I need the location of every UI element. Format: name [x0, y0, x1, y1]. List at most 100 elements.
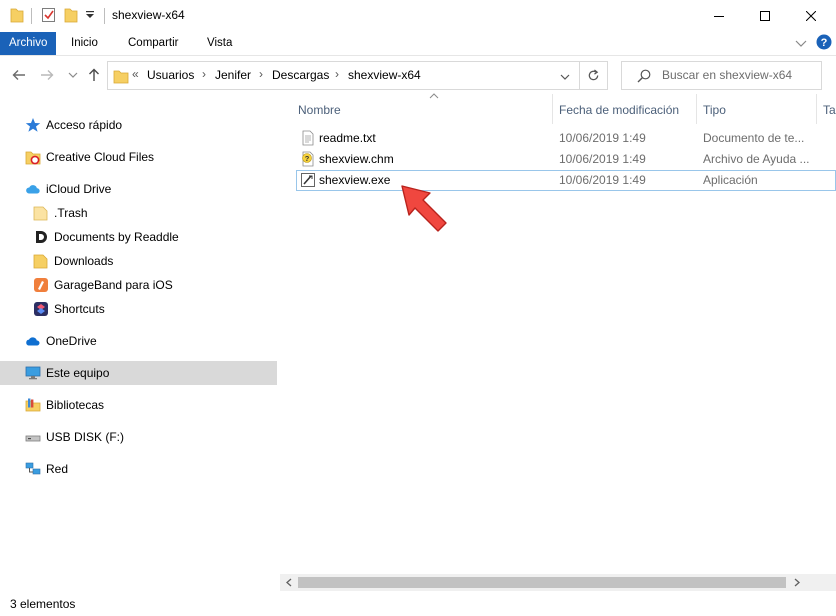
sidebar-item-label: Downloads	[54, 254, 114, 268]
up-button[interactable]	[85, 66, 103, 84]
search-input[interactable]: Buscar en shexview-x64	[621, 61, 822, 90]
sidebar-item-documents-by-readdle[interactable]: Documents by Readdle	[0, 225, 277, 249]
breadcrumb-descargas[interactable]: Descargas	[272, 68, 329, 82]
network-icon	[25, 462, 41, 475]
sidebar-item-label: Red	[46, 462, 69, 476]
sidebar-item-label: USB DISK (F:)	[46, 430, 125, 444]
maximize-button[interactable]	[742, 0, 788, 32]
status-bar: 3 elementos	[0, 594, 836, 616]
refresh-button[interactable]	[580, 61, 608, 90]
title-bar: shexview-x64	[0, 0, 836, 32]
tab-archivo[interactable]: Archivo	[0, 32, 57, 55]
folder-icon	[113, 70, 129, 84]
column-header-fecha[interactable]: Fecha de modificación	[553, 94, 697, 124]
file-row-readme[interactable]: readme.txt 10/06/2019 1:49 Documento de …	[296, 128, 836, 149]
title-separator	[104, 8, 105, 24]
file-type: Documento de te...	[703, 131, 805, 145]
column-header-label: Nombre	[298, 103, 341, 117]
file-type: Archivo de Ayuda ...	[703, 152, 810, 166]
new-folder-icon[interactable]	[64, 6, 78, 24]
close-icon	[806, 11, 816, 21]
column-header-nombre[interactable]: Nombre	[292, 93, 553, 124]
search-placeholder: Buscar en shexview-x64	[662, 68, 793, 82]
forward-button[interactable]	[38, 66, 56, 84]
scroll-left-icon[interactable]	[285, 578, 292, 587]
sidebar-item-onedrive[interactable]: OneDrive	[0, 329, 277, 353]
file-type: Aplicación	[703, 173, 758, 187]
chevron-down-icon	[68, 72, 78, 78]
file-date: 10/06/2019 1:49	[559, 131, 646, 145]
file-row-chm[interactable]: ? shexview.chm 10/06/2019 1:49 Archivo d…	[296, 149, 836, 170]
toolbar-separator	[31, 8, 32, 24]
search-icon	[637, 69, 651, 83]
readdle-icon	[36, 231, 47, 243]
file-row-exe[interactable]: shexview.exe 10/06/2019 1:49 Aplicación	[296, 170, 836, 191]
scroll-right-icon[interactable]	[794, 578, 801, 587]
file-name: shexview.exe	[319, 173, 391, 187]
horizontal-scrollbar[interactable]	[280, 574, 836, 591]
libraries-icon	[25, 398, 41, 412]
sidebar-item-red[interactable]: Red	[0, 457, 277, 481]
icloud-icon	[26, 185, 40, 194]
sidebar-item-icloud-drive[interactable]: iCloud Drive	[0, 177, 277, 201]
back-button[interactable]	[10, 66, 28, 84]
minimize-button[interactable]	[696, 0, 742, 32]
sidebar-item-downloads[interactable]: Downloads	[0, 249, 277, 273]
minimize-icon	[714, 16, 724, 17]
exe-file-icon	[301, 173, 315, 187]
column-header-label: Ta	[823, 103, 836, 117]
garageband-icon	[34, 278, 48, 292]
expand-ribbon-icon[interactable]	[795, 40, 807, 48]
sidebar-item-usb-disk[interactable]: USB DISK (F:)	[0, 425, 277, 449]
folder-icon	[33, 206, 48, 221]
file-date: 10/06/2019 1:49	[559, 152, 646, 166]
close-button[interactable]	[788, 0, 834, 32]
onedrive-icon	[26, 337, 40, 346]
sidebar-item-shortcuts[interactable]: Shortcuts	[0, 297, 277, 321]
customize-quick-access-icon[interactable]	[85, 10, 95, 20]
breadcrumb-usuarios[interactable]: Usuarios	[147, 68, 194, 82]
file-list: Nombre Fecha de modificación Tipo Ta rea…	[280, 93, 836, 574]
refresh-icon	[588, 69, 599, 81]
column-header-tamano[interactable]: Ta	[817, 94, 836, 124]
sidebar-item-label: Creative Cloud Files	[46, 150, 155, 164]
navigation-pane: Acceso rápido Creative Cloud Files iClou…	[0, 94, 280, 590]
breadcrumb-current-folder[interactable]: shexview-x64	[348, 68, 421, 82]
sidebar-item-label: GarageBand para iOS	[54, 278, 173, 292]
sidebar-item-label: iCloud Drive	[46, 182, 112, 196]
tab-inicio[interactable]: Inicio	[61, 32, 108, 56]
sidebar-item-label: Bibliotecas	[46, 398, 105, 412]
folder-icon	[33, 254, 48, 269]
file-name: shexview.chm	[319, 152, 394, 166]
sidebar-item-trash[interactable]: .Trash	[0, 201, 277, 225]
recent-locations-button[interactable]	[64, 66, 82, 84]
sidebar-item-este-equipo[interactable]: Este equipo	[0, 361, 277, 385]
star-icon	[25, 118, 41, 132]
usb-drive-icon	[25, 435, 41, 442]
sidebar-item-label: OneDrive	[46, 334, 97, 348]
address-history-icon[interactable]	[560, 73, 570, 81]
tab-compartir[interactable]: Compartir	[118, 32, 188, 56]
address-bar[interactable]: « Usuarios › Jenifer › Descargas › shexv…	[107, 61, 580, 90]
sidebar-item-label: Acceso rápido	[46, 118, 123, 132]
properties-icon[interactable]	[41, 6, 57, 24]
scrollbar-thumb[interactable]	[298, 577, 786, 588]
tab-vista[interactable]: Vista	[197, 32, 242, 56]
breadcrumb-separator: ›	[335, 67, 339, 81]
window-title: shexview-x64	[112, 8, 185, 22]
ribbon-tabs: Archivo Inicio Compartir Vista ?	[0, 32, 836, 56]
file-date: 10/06/2019 1:49	[559, 173, 646, 187]
breadcrumb-overflow[interactable]: «	[132, 67, 139, 81]
item-count: 3 elementos	[10, 597, 76, 611]
maximize-icon	[760, 11, 770, 21]
sidebar-item-acceso-rapido[interactable]: Acceso rápido	[0, 113, 277, 137]
sidebar-item-bibliotecas[interactable]: Bibliotecas	[0, 393, 277, 417]
column-header-tipo[interactable]: Tipo	[697, 94, 817, 124]
sidebar-item-creative-cloud-files[interactable]: Creative Cloud Files	[0, 145, 277, 169]
help-icon[interactable]: ?	[816, 34, 832, 50]
shortcuts-icon	[34, 302, 48, 316]
column-header-label: Tipo	[703, 103, 726, 117]
sidebar-item-garageband[interactable]: GarageBand para iOS	[0, 273, 277, 297]
breadcrumb-separator: ›	[259, 67, 263, 81]
breadcrumb-jenifer[interactable]: Jenifer	[215, 68, 251, 82]
